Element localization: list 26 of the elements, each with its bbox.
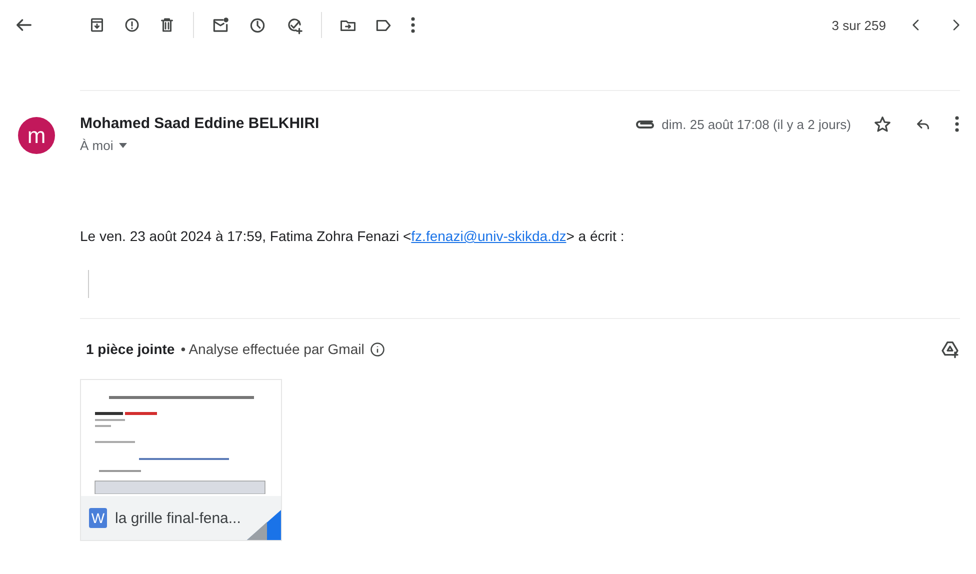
sender-name: Mohamed Saad Eddine BELKHIRI bbox=[80, 115, 320, 132]
page-corner-icon bbox=[247, 510, 281, 540]
attachment-count: 1 pièce jointe bbox=[86, 341, 175, 357]
more-options-icon[interactable] bbox=[410, 16, 416, 34]
message-date: dim. 25 août 17:08 (il y a 2 jours) bbox=[662, 116, 851, 132]
info-icon[interactable] bbox=[370, 342, 386, 356]
add-task-icon[interactable] bbox=[285, 16, 304, 34]
add-to-drive-icon[interactable] bbox=[940, 339, 960, 359]
more-options-icon[interactable] bbox=[954, 115, 960, 133]
recipient-label: À moi bbox=[80, 138, 114, 153]
scan-note: • Analyse effectuée par Gmail bbox=[180, 341, 364, 357]
star-icon[interactable] bbox=[873, 114, 892, 134]
message-counter: 3 sur 259 bbox=[832, 18, 886, 32]
paperclip-icon bbox=[636, 120, 654, 128]
unread-mail-icon[interactable] bbox=[211, 16, 230, 34]
attachment-card[interactable]: W la grille final-fena... bbox=[80, 379, 282, 541]
dropdown-caret-icon[interactable] bbox=[119, 143, 128, 148]
archive-icon[interactable] bbox=[88, 16, 106, 34]
trash-icon[interactable] bbox=[158, 16, 176, 34]
avatar[interactable]: m bbox=[18, 117, 55, 154]
report-spam-icon[interactable] bbox=[123, 16, 141, 34]
word-file-icon: W bbox=[89, 508, 107, 528]
attachment-filename[interactable]: la grille final-fena... bbox=[115, 510, 241, 526]
quote-attribution: Le ven. 23 août 2024 à 17:59, Fatima Zohra Fenazi <fz.fenazi@univ-skikda.dz> a écrit : bbox=[80, 228, 626, 244]
email-link[interactable]: fz.fenazi@univ-skikda.dz bbox=[411, 228, 566, 244]
clock-icon[interactable] bbox=[248, 16, 267, 34]
